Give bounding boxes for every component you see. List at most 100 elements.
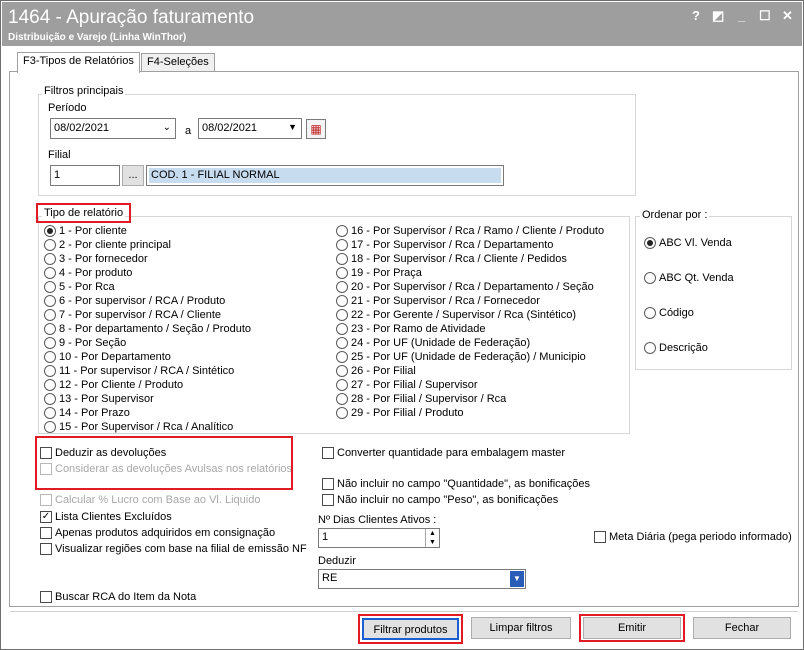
filial-code-field[interactable]: 1 (50, 165, 120, 186)
radio-circle[interactable] (44, 323, 56, 335)
radio-circle[interactable] (44, 393, 56, 405)
tipo-radio-17[interactable]: 17 - Por Supervisor / Rca / Departamento (336, 238, 553, 252)
nao-incluir-peso-checkbox[interactable]: Não incluir no campo "Peso", as bonifica… (322, 493, 558, 507)
lista-excluidos-checkbox[interactable]: ✓ Lista Clientes Excluídos (40, 510, 172, 524)
tipo-radio-10[interactable]: 10 - Por Departamento (44, 350, 171, 364)
date-from-field[interactable]: 08/02/2021 ⌄ (50, 118, 176, 139)
radio-circle[interactable] (44, 365, 56, 377)
radio-circle[interactable] (44, 351, 56, 363)
checkbox-box[interactable] (40, 527, 52, 539)
tipo-radio-6[interactable]: 6 - Por supervisor / RCA / Produto (44, 294, 225, 308)
apenas-consignacao-checkbox[interactable]: Apenas produtos adquiridos em consignaçã… (40, 526, 275, 540)
radio-circle[interactable] (336, 351, 348, 363)
tipo-radio-27[interactable]: 27 - Por Filial / Supervisor (336, 378, 478, 392)
radio-circle[interactable] (44, 253, 56, 265)
radio-circle[interactable] (44, 225, 56, 237)
radio-circle[interactable] (336, 365, 348, 377)
tipo-radio-5[interactable]: 5 - Por Rca (44, 280, 115, 294)
radio-circle[interactable] (336, 323, 348, 335)
tab-tipos-relatorios[interactable]: F3-Tipos de Relatórios (17, 52, 140, 73)
ordenar-radio-2[interactable]: ABC Qt. Venda (644, 271, 734, 285)
ordenar-radio-4[interactable]: Descrição (644, 341, 708, 355)
converter-qtd-checkbox[interactable]: Converter quantidade para embalagem mast… (322, 446, 565, 460)
help-icon[interactable]: ? (692, 8, 700, 23)
checkbox-box[interactable] (594, 531, 606, 543)
tipo-radio-29[interactable]: 29 - Por Filial / Produto (336, 406, 464, 420)
radio-circle[interactable] (44, 239, 56, 251)
date-to-field[interactable]: 08/02/2021 ▼ (198, 118, 302, 139)
checkbox-box[interactable] (40, 591, 52, 603)
radio-circle[interactable] (44, 407, 56, 419)
radio-circle[interactable] (336, 393, 348, 405)
chevron-down-icon[interactable]: ⌄ (163, 122, 171, 133)
radio-circle[interactable] (44, 337, 56, 349)
radio-circle[interactable] (336, 253, 348, 265)
buscar-rca-checkbox[interactable]: Buscar RCA do Item da Nota (40, 590, 196, 604)
radio-circle[interactable] (336, 337, 348, 349)
checkbox-box[interactable] (322, 447, 334, 459)
maximize-icon[interactable]: ☐ (759, 8, 771, 24)
radio-circle[interactable] (644, 307, 656, 319)
deduzir-select[interactable]: RE ▼ (318, 569, 526, 589)
radio-circle[interactable] (44, 295, 56, 307)
calcular-lucro-checkbox[interactable]: Calcular % Lucro com Base ao Vl. Liquido (40, 493, 260, 507)
close-icon[interactable]: ✕ (782, 8, 793, 24)
checkbox-box[interactable] (322, 478, 334, 490)
meta-diaria-checkbox[interactable]: Meta Diária (pega periodo informado) (594, 530, 792, 544)
tipo-radio-25[interactable]: 25 - Por UF (Unidade de Federação) / Mun… (336, 350, 586, 364)
tab-selecoes[interactable]: F4-Seleções (141, 53, 215, 72)
radio-circle[interactable] (644, 272, 656, 284)
checkbox-box[interactable] (40, 494, 52, 506)
visualizar-regioes-checkbox[interactable]: Visualizar regiões com base na filial de… (40, 542, 307, 556)
radio-circle[interactable] (336, 407, 348, 419)
radio-circle[interactable] (336, 267, 348, 279)
tipo-radio-18[interactable]: 18 - Por Supervisor / Rca / Cliente / Pe… (336, 252, 567, 266)
checkbox-box[interactable] (322, 494, 334, 506)
radio-circle[interactable] (44, 379, 56, 391)
ordenar-radio-3[interactable]: Código (644, 306, 694, 320)
tipo-radio-15[interactable]: 15 - Por Supervisor / Rca / Analítico (44, 420, 233, 434)
calendar-icon[interactable]: ▦ (306, 119, 326, 139)
tipo-radio-4[interactable]: 4 - Por produto (44, 266, 132, 280)
tipo-radio-20[interactable]: 20 - Por Supervisor / Rca / Departamento… (336, 280, 594, 294)
dropdown-arrow-icon[interactable]: ▼ (288, 122, 297, 132)
fechar-button[interactable]: Fechar (693, 617, 791, 639)
tipo-radio-8[interactable]: 8 - Por departamento / Seção / Produto (44, 322, 251, 336)
ordenar-radio-1[interactable]: ABC Vl. Venda (644, 236, 732, 250)
tipo-radio-2[interactable]: 2 - Por cliente principal (44, 238, 171, 252)
nao-incluir-qtd-checkbox[interactable]: Não incluir no campo "Quantidade", as bo… (322, 477, 590, 491)
minimize-icon[interactable]: _ (738, 8, 745, 23)
restore-layout-icon[interactable]: ◩ (712, 8, 724, 24)
limpar-filtros-button[interactable]: Limpar filtros (471, 617, 571, 639)
dias-ativos-spinner[interactable]: 1 ▲ ▼ (318, 528, 440, 548)
tipo-radio-13[interactable]: 13 - Por Supervisor (44, 392, 154, 406)
tipo-radio-28[interactable]: 28 - Por Filial / Supervisor / Rca (336, 392, 506, 406)
tipo-radio-12[interactable]: 12 - Por Cliente / Produto (44, 378, 183, 392)
spinner-arrows-icon[interactable]: ▲ ▼ (425, 529, 439, 547)
check-icon[interactable]: ✓ (40, 511, 52, 523)
dropdown-arrow-icon[interactable]: ▼ (510, 571, 524, 587)
checkbox-box[interactable] (40, 543, 52, 555)
tipo-radio-23[interactable]: 23 - Por Ramo de Atividade (336, 322, 486, 336)
tipo-radio-26[interactable]: 26 - Por Filial (336, 364, 416, 378)
radio-circle[interactable] (336, 309, 348, 321)
radio-circle[interactable] (44, 421, 56, 433)
radio-circle[interactable] (644, 237, 656, 249)
tipo-radio-16[interactable]: 16 - Por Supervisor / Rca / Ramo / Clien… (336, 224, 604, 238)
radio-circle[interactable] (336, 225, 348, 237)
radio-circle[interactable] (44, 309, 56, 321)
tipo-radio-1[interactable]: 1 - Por cliente (44, 224, 127, 238)
tipo-radio-9[interactable]: 9 - Por Seção (44, 336, 126, 350)
tipo-radio-19[interactable]: 19 - Por Praça (336, 266, 422, 280)
tipo-radio-14[interactable]: 14 - Por Prazo (44, 406, 130, 420)
radio-circle[interactable] (336, 379, 348, 391)
tipo-radio-11[interactable]: 11 - Por supervisor / RCA / Sintético (44, 364, 234, 378)
radio-circle[interactable] (336, 295, 348, 307)
tipo-radio-7[interactable]: 7 - Por supervisor / RCA / Cliente (44, 308, 221, 322)
tipo-radio-21[interactable]: 21 - Por Supervisor / Rca / Fornecedor (336, 294, 540, 308)
radio-circle[interactable] (44, 267, 56, 279)
radio-circle[interactable] (644, 342, 656, 354)
radio-circle[interactable] (336, 281, 348, 293)
filial-search-button[interactable]: ... (122, 165, 144, 186)
radio-circle[interactable] (44, 281, 56, 293)
